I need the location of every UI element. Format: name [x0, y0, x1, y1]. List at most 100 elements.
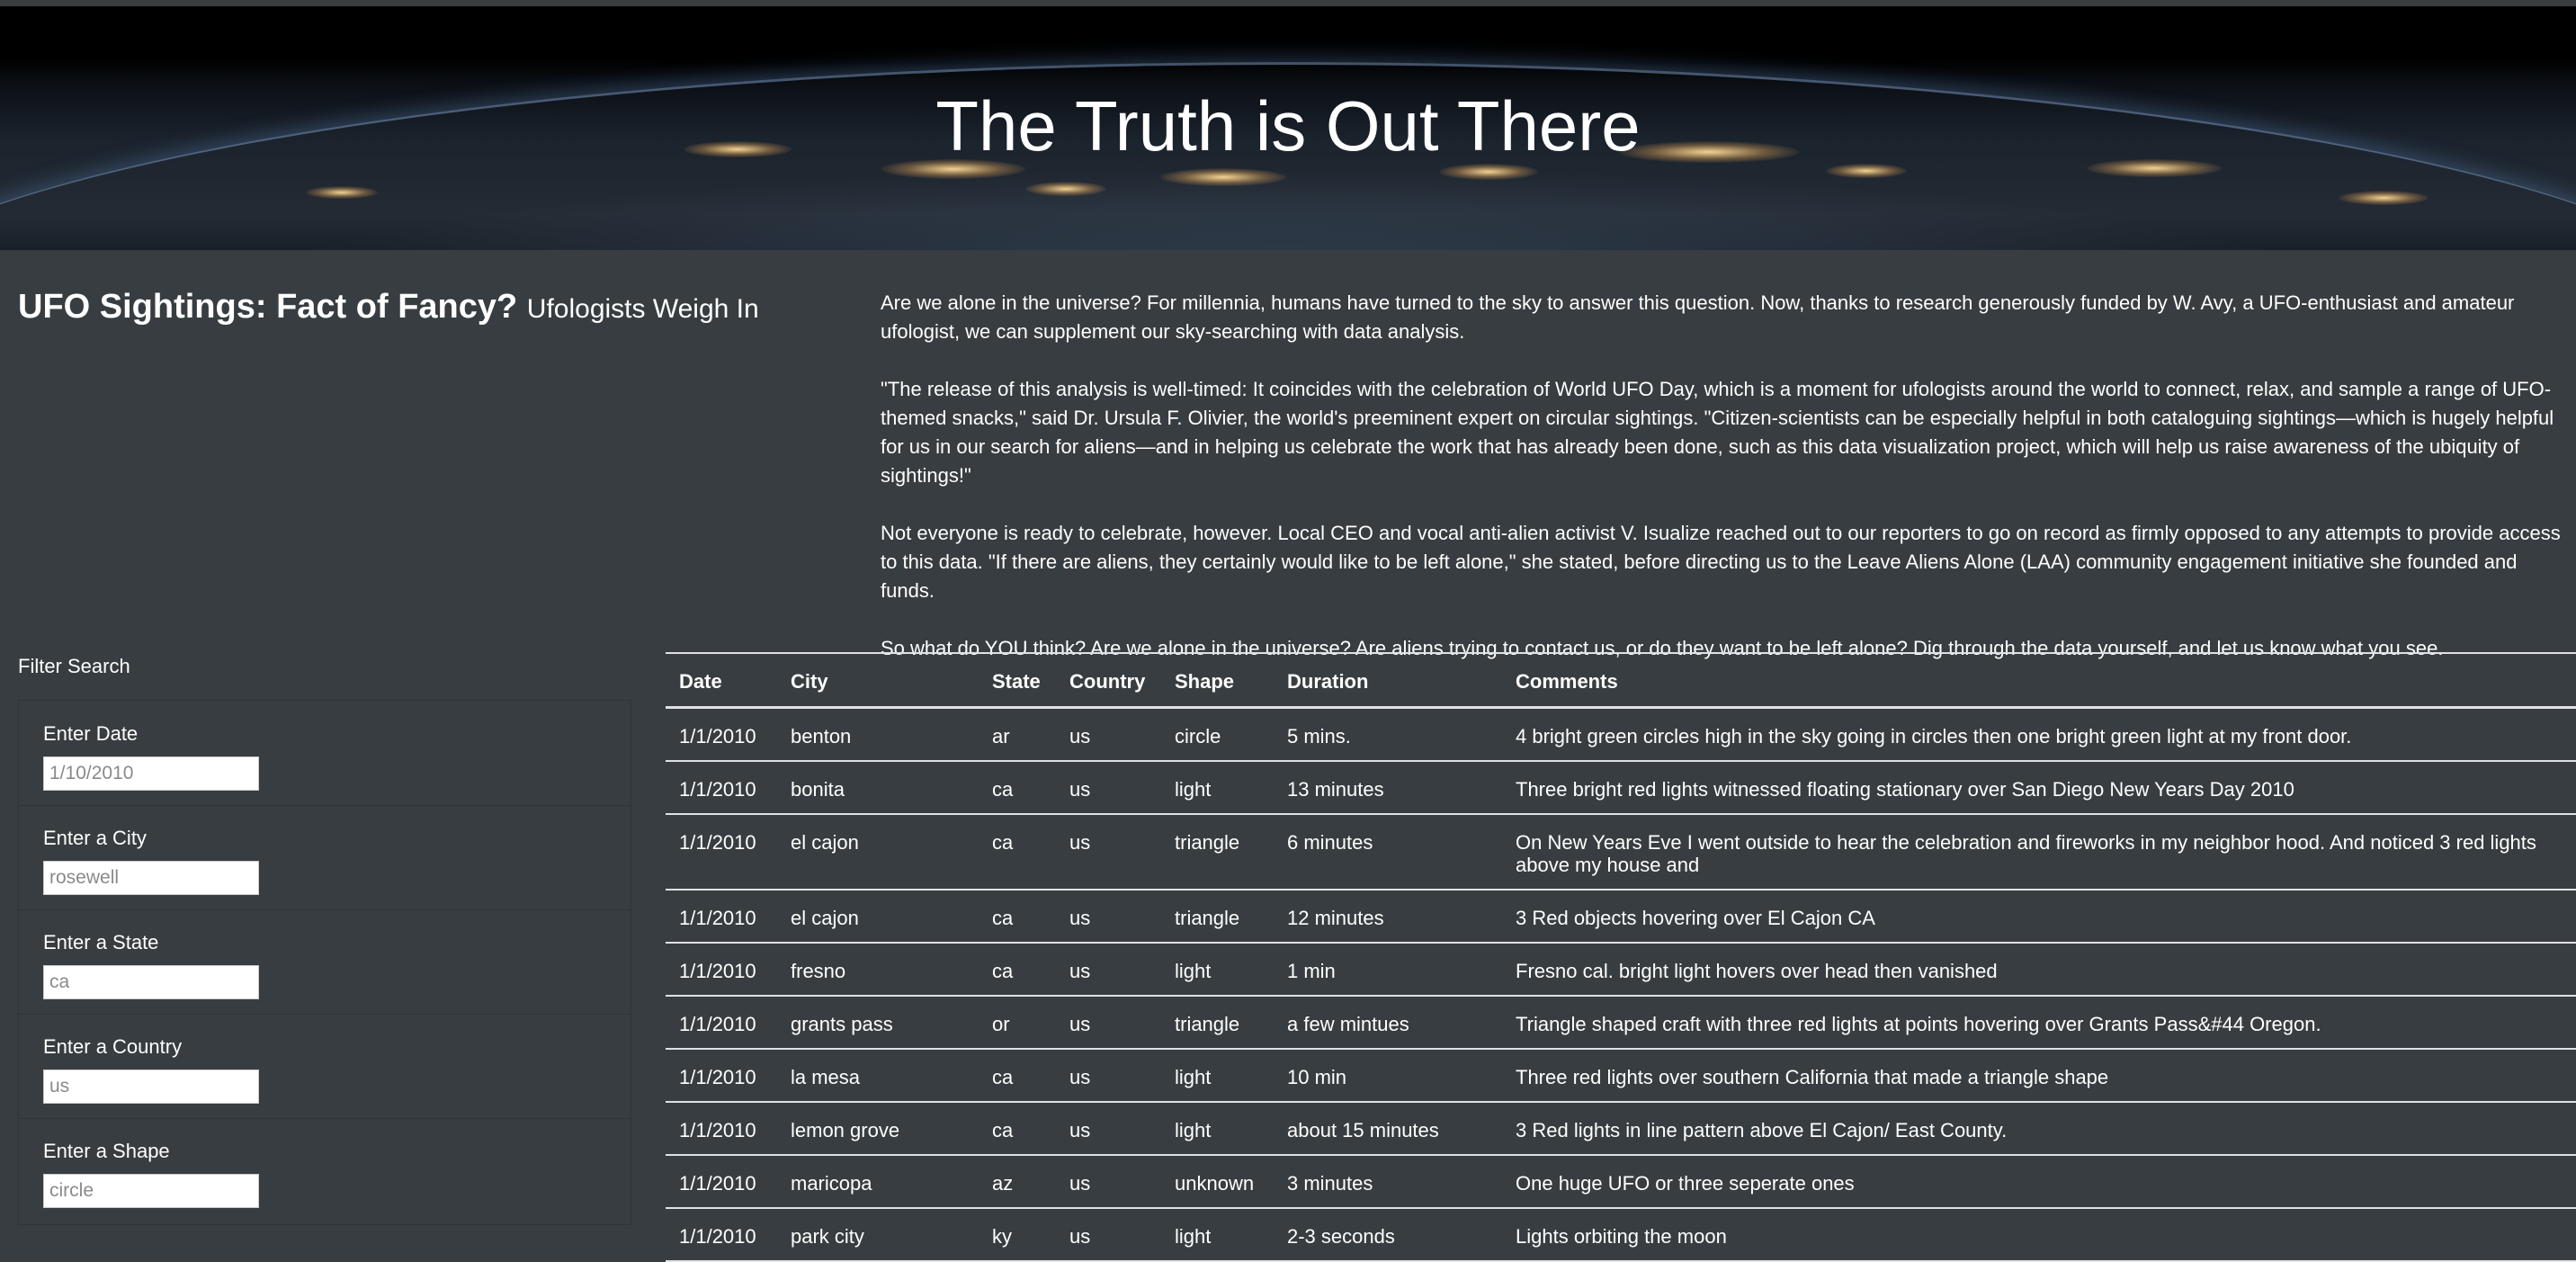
cell-state: or: [979, 996, 1056, 1050]
table-body: 1/1/2010 benton ar us circle 5 mins. 4 bright …: [666, 707, 2576, 1262]
cell-state: ca: [979, 890, 1056, 944]
sightings-table: Date City State Country Shape Duration C…: [666, 652, 2576, 1262]
shape-input[interactable]: [43, 1174, 259, 1208]
cell-state: ca: [979, 943, 1056, 997]
cell-date: 1/1/2010: [666, 761, 777, 815]
cell-comments: Three red lights over southern Californi…: [1502, 1049, 2576, 1103]
cell-date: 1/1/2010: [666, 1208, 777, 1262]
cell-comments: Three bright red lights witnessed floati…: [1502, 761, 2576, 815]
headline-main: UFO Sightings: Fact of Fancy?: [18, 288, 518, 326]
cell-country: us: [1056, 996, 1161, 1050]
column-header-duration: Duration: [1274, 652, 1502, 709]
cell-date: 1/1/2010: [666, 996, 777, 1050]
cell-country: us: [1056, 1102, 1161, 1156]
cell-shape: light: [1161, 1208, 1274, 1262]
state-input[interactable]: [43, 965, 259, 999]
cell-date: 1/1/2010: [666, 1102, 777, 1156]
filter-panel: Enter Date Enter a City Enter a State En…: [18, 700, 631, 1225]
table-row: 1/1/2010 fresno ca us light 1 min Fresno cal. …: [666, 943, 2576, 997]
hero-title: The Truth is Out There: [935, 86, 1641, 166]
city-light: [1025, 182, 1106, 196]
cell-shape: unknown: [1161, 1155, 1274, 1209]
date-input[interactable]: [43, 756, 259, 791]
cell-city: lemon grove: [777, 1102, 979, 1156]
filter-label-country: Enter a Country: [43, 1035, 183, 1058]
cell-state: ca: [979, 1102, 1056, 1156]
cell-date: 1/1/2010: [666, 890, 777, 944]
city-light: [1160, 168, 1286, 186]
table-row: 1/1/2010 bonita ca us light 13 minutes Three b…: [666, 761, 2576, 815]
filter-item-country: Enter a Country: [19, 1014, 631, 1119]
cell-comments: Triangle shaped craft with three red lig…: [1502, 996, 2576, 1050]
table-row: 1/1/2010 lemon grove ca us light about 15 min…: [666, 1102, 2576, 1156]
cell-shape: light: [1161, 761, 1274, 815]
cell-state: ca: [979, 761, 1056, 815]
filter-label-shape: Enter a Shape: [43, 1140, 170, 1162]
column-header-date: Date: [666, 652, 777, 709]
cell-shape: light: [1161, 1102, 1274, 1156]
filter-item-shape: Enter a Shape: [19, 1118, 631, 1222]
article-paragraph: Not everyone is ready to celebrate, howe…: [881, 522, 2561, 602]
cell-state: ca: [979, 1049, 1056, 1103]
cell-duration: 13 minutes: [1274, 761, 1502, 815]
cell-duration: 12 minutes: [1274, 890, 1502, 944]
top-strip: [0, 0, 2576, 6]
cell-duration: a few mintues: [1274, 996, 1502, 1050]
country-input[interactable]: [43, 1070, 259, 1104]
cell-duration: 5 mins.: [1274, 707, 1502, 762]
table-row: 1/1/2010 el cajon ca us triangle 6 minutes On …: [666, 814, 2576, 891]
table-row: 1/1/2010 el cajon ca us triangle 12 minutes 3 …: [666, 890, 2576, 944]
cell-state: ky: [979, 1208, 1056, 1262]
cell-city: fresno: [777, 943, 979, 997]
cell-comments: One huge UFO or three seperate ones: [1502, 1155, 2576, 1209]
cell-shape: triangle: [1161, 814, 1274, 891]
table-row: 1/1/2010 la mesa ca us light 10 min Three red …: [666, 1049, 2576, 1103]
column-header-country: Country: [1056, 652, 1161, 709]
cell-state: ar: [979, 707, 1056, 762]
filter-item-state: Enter a State: [19, 909, 631, 1015]
cell-duration: 10 min: [1274, 1049, 1502, 1103]
article-paragraph: Are we alone in the universe? For millen…: [881, 291, 2515, 343]
cell-city: la mesa: [777, 1049, 979, 1103]
column-header-shape: Shape: [1161, 652, 1274, 709]
filter-label-date: Enter Date: [43, 722, 139, 745]
cell-country: us: [1056, 1155, 1161, 1209]
sightings-table-wrap: Date City State Country Shape Duration C…: [666, 652, 2576, 1262]
cell-city: el cajon: [777, 890, 979, 944]
cell-city: maricopa: [777, 1155, 979, 1209]
city-input[interactable]: [43, 861, 259, 895]
cell-comments: On New Years Eve I went outside to hear …: [1502, 814, 2576, 891]
cell-duration: 6 minutes: [1274, 814, 1502, 891]
cell-shape: circle: [1161, 707, 1274, 762]
city-light: [306, 186, 378, 199]
cell-comments: 3 Red lights in line pattern above El Ca…: [1502, 1102, 2576, 1156]
table-row: 1/1/2010 grants pass or us triangle a few min…: [666, 996, 2576, 1050]
filter-search-title: Filter Search: [18, 655, 130, 677]
cell-shape: light: [1161, 943, 1274, 997]
cell-duration: 1 min: [1274, 943, 1502, 997]
cell-city: grants pass: [777, 996, 979, 1050]
cell-state: az: [979, 1155, 1056, 1209]
cell-country: us: [1056, 1049, 1161, 1103]
cell-duration: 3 minutes: [1274, 1155, 1502, 1209]
cell-country: us: [1056, 890, 1161, 944]
cell-state: ca: [979, 814, 1056, 891]
article-body: Are we alone in the universe? For millen…: [881, 289, 2572, 692]
filter-item-date: Enter Date: [19, 701, 631, 806]
cell-country: us: [1056, 1208, 1161, 1262]
table-row: 1/1/2010 park city ky us light 2-3 seconds Lig…: [666, 1208, 2576, 1262]
cell-country: us: [1056, 761, 1161, 815]
headline-sub: Ufologists Weigh In: [526, 294, 759, 324]
table-row: 1/1/2010 maricopa az us unknown 3 minutes One …: [666, 1155, 2576, 1209]
filter-label-city: Enter a City: [43, 827, 147, 849]
cell-city: benton: [777, 707, 979, 762]
hero-banner: The Truth is Out There: [0, 6, 2576, 250]
filter-label-state: Enter a State: [43, 931, 159, 953]
column-header-state: State: [979, 652, 1056, 709]
cell-date: 1/1/2010: [666, 814, 777, 891]
city-light: [2339, 191, 2428, 205]
table-header-row: Date City State Country Shape Duration C…: [666, 652, 2576, 709]
filter-item-city: Enter a City: [19, 805, 631, 910]
cell-city: park city: [777, 1208, 979, 1262]
cell-duration: 2-3 seconds: [1274, 1208, 1502, 1262]
